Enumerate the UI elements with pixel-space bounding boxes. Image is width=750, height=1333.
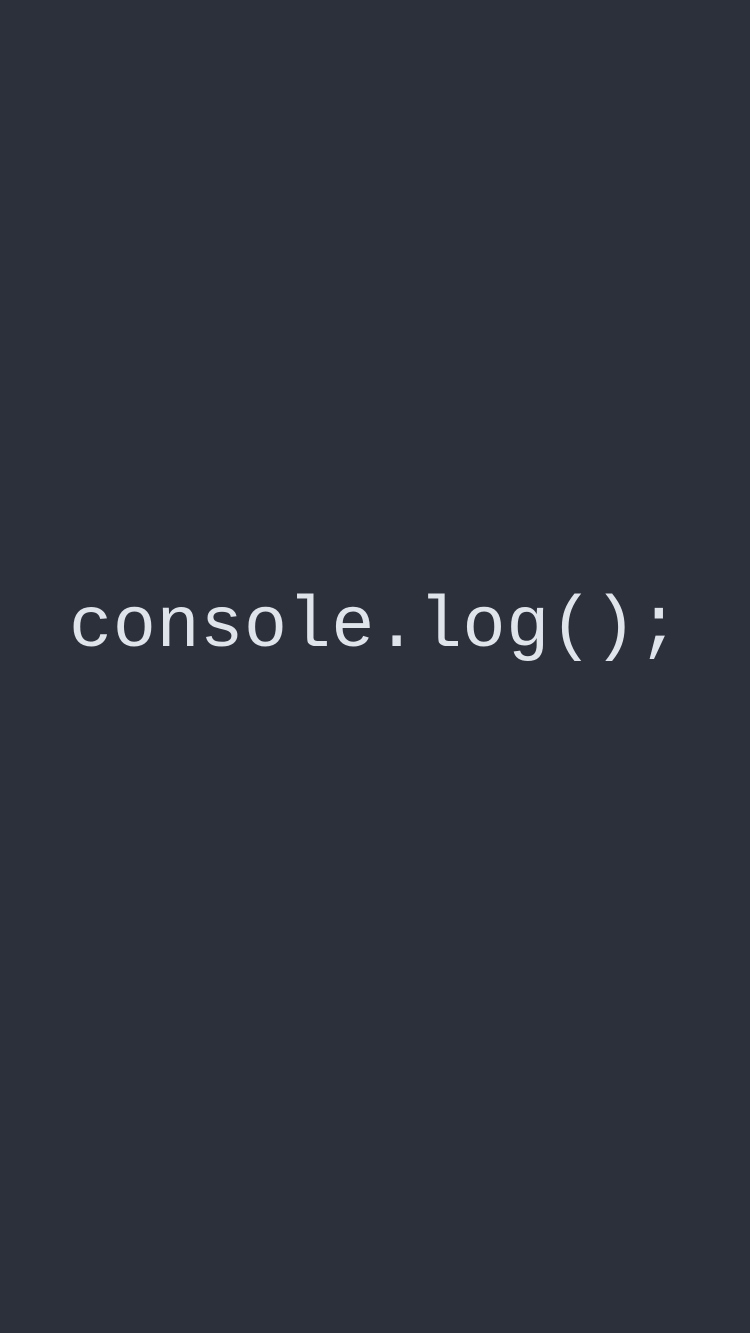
code-snippet: console.log(); [69, 586, 681, 668]
